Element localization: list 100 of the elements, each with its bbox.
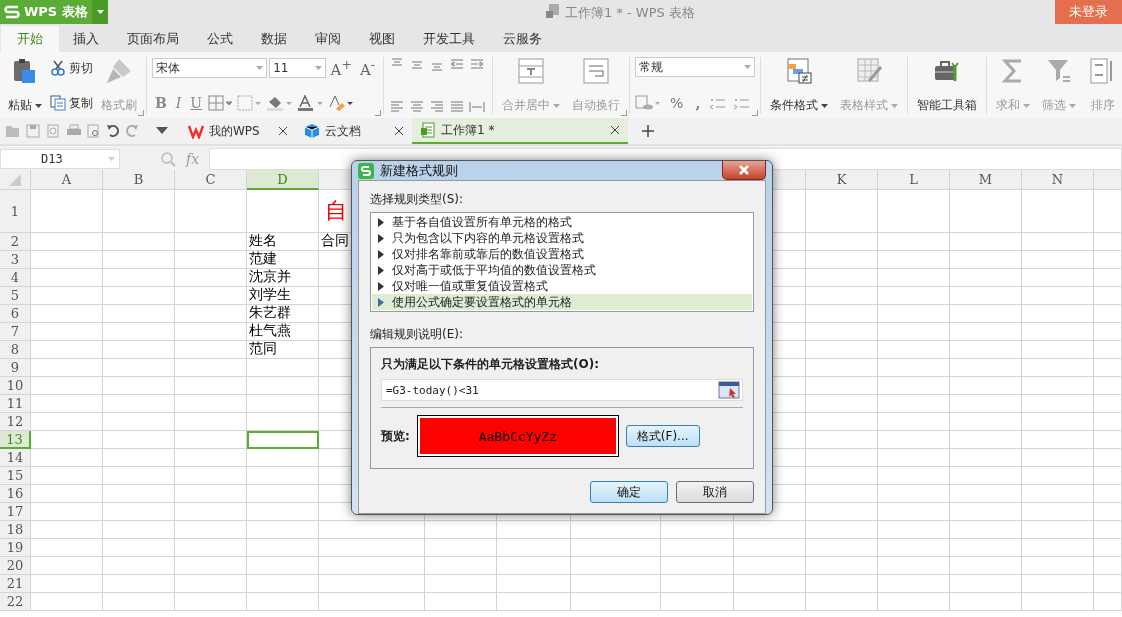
row-header[interactable]: 18 <box>0 521 31 539</box>
number-format-field[interactable]: 常规 <box>635 57 756 77</box>
rule-type-item[interactable]: 仅对唯一值或重复值设置格式 <box>372 278 752 294</box>
column-header[interactable] <box>1094 170 1122 190</box>
row-header[interactable]: 3 <box>0 251 31 269</box>
align-icon[interactable] <box>448 57 465 71</box>
close-icon[interactable] <box>610 125 620 135</box>
row-header[interactable]: 21 <box>0 575 31 593</box>
column-header[interactable]: D <box>247 170 319 190</box>
brush-icon <box>105 57 133 85</box>
name-box[interactable]: D13 <box>0 149 120 169</box>
ribbon-button[interactable]: 剪切 <box>50 57 93 79</box>
row-header[interactable]: 8 <box>0 341 31 359</box>
row-header[interactable]: 5 <box>0 287 31 305</box>
font-size-field[interactable]: 11 <box>269 58 326 78</box>
redo-icon[interactable] <box>125 124 139 138</box>
caret-icon[interactable] <box>156 127 168 135</box>
close-icon[interactable] <box>394 126 404 136</box>
export-icon[interactable] <box>45 124 61 138</box>
align-icon[interactable] <box>428 100 445 114</box>
save-icon[interactable] <box>26 124 40 138</box>
table-cell <box>806 485 878 503</box>
table-cell <box>175 449 247 467</box>
row-header[interactable]: 12 <box>0 413 31 431</box>
menu-tab[interactable]: 页面布局 <box>113 26 193 52</box>
rule-type-item[interactable]: 使用公式确定要设置格式的单元格 <box>372 294 752 310</box>
paste-button[interactable]: 粘贴 <box>4 57 46 114</box>
close-button[interactable] <box>722 161 766 180</box>
comma-button[interactable]: , <box>692 92 704 114</box>
launcher-icon[interactable] <box>752 110 759 116</box>
row-header[interactable]: 7 <box>0 323 31 341</box>
undo-icon[interactable] <box>106 124 120 138</box>
zoom-icon[interactable] <box>160 151 176 167</box>
ribbon-button[interactable]: 智能工具箱 <box>913 57 982 114</box>
folder-icon[interactable] <box>5 124 21 138</box>
row-header[interactable]: 10 <box>0 377 31 395</box>
document-tab[interactable]: 工作簿1 * <box>412 118 628 144</box>
align-icon[interactable] <box>468 57 485 71</box>
align-icon[interactable] <box>388 100 405 114</box>
border-icon[interactable] <box>208 95 235 111</box>
column-header[interactable]: K <box>806 170 878 190</box>
column-header[interactable]: M <box>950 170 1022 190</box>
rule-type-item[interactable]: 仅对高于或低于平均值的数值设置格式 <box>372 262 752 278</box>
launcher-icon[interactable] <box>621 110 628 116</box>
fill-color-icon[interactable] <box>266 95 295 111</box>
percent-button[interactable]: % <box>667 92 687 114</box>
ok-button[interactable]: 确定 <box>590 481 668 503</box>
align-icon[interactable] <box>448 100 465 114</box>
formula-field[interactable]: =G3-today()<31 <box>381 379 743 401</box>
cancel-button[interactable]: 取消 <box>676 481 754 503</box>
grow-font-button[interactable]: A$^{+}$ <box>327 57 355 79</box>
table-cell <box>175 503 247 521</box>
row-header[interactable]: 20 <box>0 557 31 575</box>
row-header[interactable]: 16 <box>0 485 31 503</box>
print-preview-icon[interactable] <box>87 124 101 138</box>
menu-tab[interactable]: 公式 <box>193 26 247 52</box>
range-picker-icon[interactable] <box>718 381 740 399</box>
select-all-icon[interactable] <box>9 173 21 186</box>
font-color-icon[interactable] <box>297 95 326 111</box>
cell-style-icon[interactable] <box>237 95 264 111</box>
menu-tab[interactable]: 云服务 <box>489 26 556 52</box>
row-header[interactable]: 11 <box>0 395 31 413</box>
launcher-icon[interactable] <box>375 110 381 116</box>
close-icon[interactable] <box>278 126 288 136</box>
row-header[interactable]: 14 <box>0 449 31 467</box>
row-header[interactable]: 6 <box>0 305 31 323</box>
column-header[interactable]: A <box>31 170 103 190</box>
column-header[interactable]: B <box>103 170 175 190</box>
menu-tab[interactable]: 审阅 <box>301 26 355 52</box>
align-icon[interactable] <box>468 100 485 114</box>
menu-tab[interactable]: 插入 <box>59 26 113 52</box>
shrink-font-button[interactable]: A$^{-}$ <box>356 57 378 79</box>
column-header[interactable]: N <box>1022 170 1094 190</box>
selected-cell[interactable] <box>247 431 319 449</box>
row-header[interactable]: 4 <box>0 269 31 287</box>
coins-icon[interactable] <box>635 95 662 111</box>
table-cell <box>1022 377 1094 395</box>
app-menu-button[interactable] <box>92 0 108 24</box>
row-header[interactable]: 9 <box>0 359 31 377</box>
format-button[interactable]: 格式(F)... <box>625 425 700 447</box>
print-icon[interactable] <box>66 124 82 138</box>
column-header[interactable]: L <box>878 170 950 190</box>
menu-tab[interactable]: 开始 <box>1 26 59 52</box>
menu-tab[interactable]: 数据 <box>247 26 301 52</box>
menu-tab[interactable]: 视图 <box>355 26 409 52</box>
eraser-icon[interactable] <box>328 95 355 111</box>
table-cell <box>878 251 950 269</box>
row-header[interactable]: 22 <box>0 593 31 611</box>
ribbon-button[interactable]: 条件格式 <box>766 57 833 114</box>
align-icon[interactable] <box>408 100 425 114</box>
row-header[interactable]: 15 <box>0 467 31 485</box>
row-header[interactable]: 17 <box>0 503 31 521</box>
launcher-icon[interactable] <box>138 110 144 116</box>
ribbon-button[interactable]: 复制 <box>50 92 93 114</box>
row-header[interactable]: 2 <box>0 233 31 251</box>
font-name-field[interactable]: 宋体 <box>152 58 268 78</box>
row-header[interactable]: 1 <box>0 190 31 233</box>
column-header[interactable]: C <box>175 170 247 190</box>
row-header[interactable]: 19 <box>0 539 31 557</box>
menu-tab[interactable]: 开发工具 <box>409 26 489 52</box>
